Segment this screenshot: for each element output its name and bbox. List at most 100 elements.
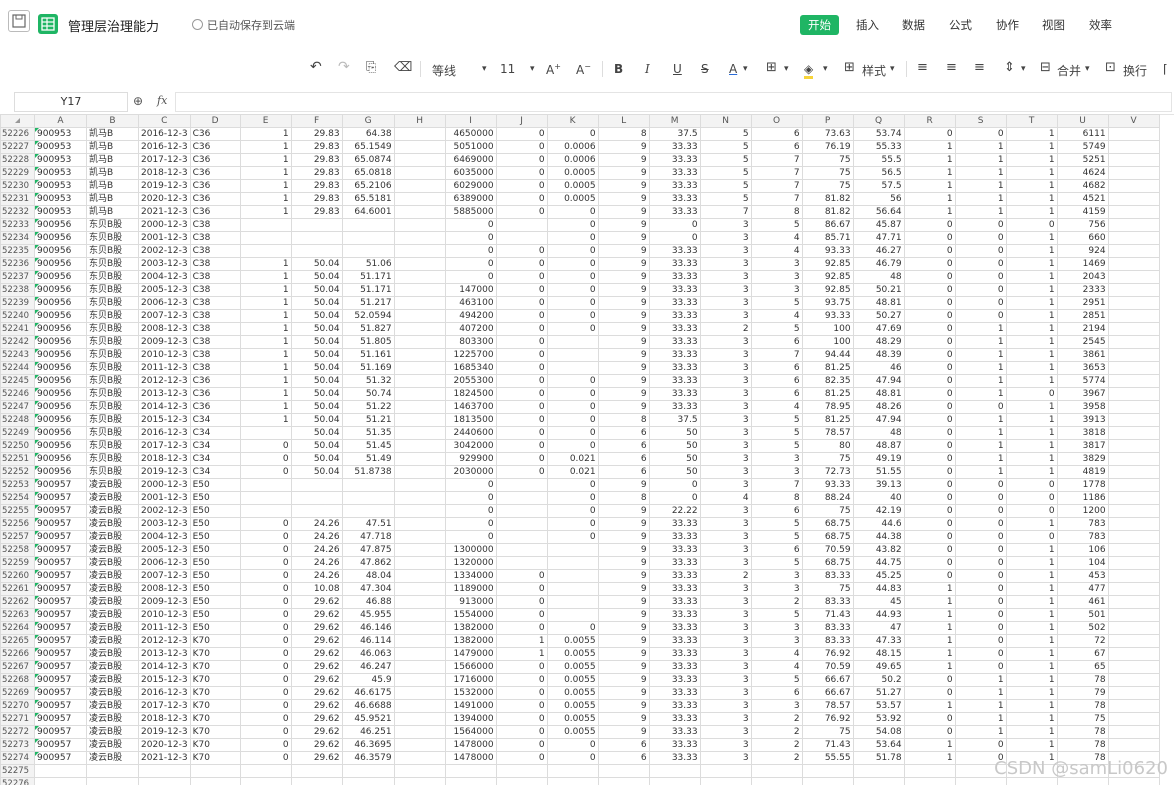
cell-q[interactable]: 55.5	[852, 153, 905, 167]
cell-s[interactable]: 1	[954, 361, 1007, 375]
cell-d[interactable]: C38	[189, 335, 241, 349]
cell-d[interactable]: K70	[189, 647, 241, 661]
cell-d[interactable]: E50	[189, 543, 241, 557]
cell-n[interactable]: 3	[699, 413, 752, 427]
cell-c[interactable]: 2004-12-3	[138, 270, 191, 284]
cell-q[interactable]: 56	[852, 192, 905, 206]
cell-u[interactable]: 477	[1056, 582, 1109, 596]
cell-h[interactable]	[393, 621, 446, 635]
cell-q[interactable]: 47.94	[852, 413, 905, 427]
cell-q[interactable]: 44.83	[852, 582, 905, 596]
cell-d[interactable]: K70	[189, 634, 241, 648]
cell-e[interactable]: 1	[239, 127, 292, 141]
cell-j[interactable]: 0	[495, 296, 548, 310]
cell-j[interactable]: 0	[495, 725, 548, 739]
cell-g[interactable]: 46.3695	[341, 738, 395, 752]
cell-u[interactable]: 4819	[1056, 465, 1109, 479]
cell-k[interactable]: 0.0055	[546, 712, 599, 726]
cell-a[interactable]: 900956	[34, 283, 87, 297]
cell-a[interactable]: 900956	[34, 296, 87, 310]
cell-a[interactable]: 900957	[34, 608, 87, 622]
cell-v[interactable]	[1107, 322, 1160, 336]
cell-v[interactable]	[1107, 491, 1160, 505]
cell-o[interactable]: 4	[750, 309, 803, 323]
cell-t[interactable]: 1	[1005, 166, 1058, 180]
cell-u[interactable]: 79	[1056, 686, 1109, 700]
menu-collaborate[interactable]: 协作	[988, 15, 1027, 35]
cell-g[interactable]: 47.875	[341, 543, 395, 557]
row-header[interactable]: 52252	[0, 465, 35, 479]
cell-j[interactable]: 0	[495, 569, 548, 583]
cell-f[interactable]: 50.04	[290, 309, 343, 323]
cell-e[interactable]: 0	[239, 452, 292, 466]
undo-icon[interactable]: ↶	[310, 59, 322, 75]
cell-n[interactable]: 3	[699, 647, 752, 661]
cell-l[interactable]: 9	[597, 712, 650, 726]
cell-m[interactable]: 33.33	[648, 699, 701, 713]
chevron-down-icon[interactable]: ▾	[743, 64, 748, 74]
cell-v[interactable]	[1107, 517, 1160, 531]
cell-v[interactable]	[1107, 413, 1160, 427]
cell-e[interactable]: 1	[239, 413, 292, 427]
cell-r[interactable]	[903, 764, 956, 778]
cell-f[interactable]: 29.62	[290, 608, 343, 622]
cell-k[interactable]: 0	[546, 374, 599, 388]
cell-m[interactable]: 0	[648, 231, 701, 245]
cell-j[interactable]: 0	[495, 166, 548, 180]
cell-n[interactable]: 3	[699, 621, 752, 635]
cell-h[interactable]	[393, 660, 446, 674]
cell-f[interactable]: 29.83	[290, 192, 343, 206]
cell-c[interactable]: 2006-12-3	[138, 556, 191, 570]
cell-q[interactable]: 56.64	[852, 205, 905, 219]
cell-k[interactable]: 0	[546, 257, 599, 271]
cell-f[interactable]	[290, 764, 343, 778]
cell-j[interactable]: 0	[495, 699, 548, 713]
cell-c[interactable]: 2004-12-3	[138, 530, 191, 544]
cell-p[interactable]: 83.33	[801, 621, 854, 635]
cell-j[interactable]	[495, 530, 548, 544]
cell-c[interactable]: 2016-12-3	[138, 140, 191, 154]
cell-b[interactable]: 东贝B股	[86, 413, 139, 427]
cell-a[interactable]: 900956	[34, 465, 87, 479]
cell-l[interactable]: 9	[597, 192, 650, 206]
cell-j[interactable]: 0	[495, 400, 548, 414]
row-header[interactable]: 52244	[0, 361, 35, 375]
cell-e[interactable]: 1	[239, 374, 292, 388]
cell-v[interactable]	[1107, 673, 1160, 687]
cell-c[interactable]: 2010-12-3	[138, 608, 191, 622]
column-header-o[interactable]: O	[750, 114, 803, 128]
cell-k[interactable]	[546, 556, 599, 570]
cell-h[interactable]	[393, 205, 446, 219]
column-header-v[interactable]: V	[1107, 114, 1160, 128]
cell-n[interactable]: 3	[699, 725, 752, 739]
cell-u[interactable]: 4624	[1056, 166, 1109, 180]
cell-d[interactable]: K70	[189, 725, 241, 739]
cell-j[interactable]: 0	[495, 751, 548, 765]
cell-a[interactable]: 900957	[34, 699, 87, 713]
cell-o[interactable]: 6	[750, 504, 803, 518]
cell-e[interactable]: 0	[239, 634, 292, 648]
cell-b[interactable]: 凌云B股	[86, 712, 139, 726]
cell-j[interactable]: 0	[495, 257, 548, 271]
cell-p[interactable]: 68.75	[801, 517, 854, 531]
cell-a[interactable]: 900956	[34, 309, 87, 323]
cell-t[interactable]: 0	[1005, 478, 1058, 492]
cell-i[interactable]: 0	[444, 530, 497, 544]
cell-u[interactable]: 3818	[1056, 426, 1109, 440]
row-header[interactable]: 52269	[0, 686, 35, 700]
cell-e[interactable]: 1	[239, 361, 292, 375]
cell-m[interactable]: 33.33	[648, 608, 701, 622]
cell-t[interactable]: 1	[1005, 283, 1058, 297]
cell-a[interactable]: 900957	[34, 647, 87, 661]
cell-m[interactable]: 33.33	[648, 309, 701, 323]
cell-l[interactable]: 6	[597, 465, 650, 479]
cell-u[interactable]: 2851	[1056, 309, 1109, 323]
font-size-select[interactable]: 11	[500, 62, 515, 76]
cell-n[interactable]: 3	[699, 595, 752, 609]
cell-h[interactable]	[393, 699, 446, 713]
cell-g[interactable]: 46.063	[341, 647, 395, 661]
cell-q[interactable]: 50.27	[852, 309, 905, 323]
row-header[interactable]: 52233	[0, 218, 35, 232]
cell-j[interactable]: 0	[495, 140, 548, 154]
cell-m[interactable]: 33.33	[648, 556, 701, 570]
